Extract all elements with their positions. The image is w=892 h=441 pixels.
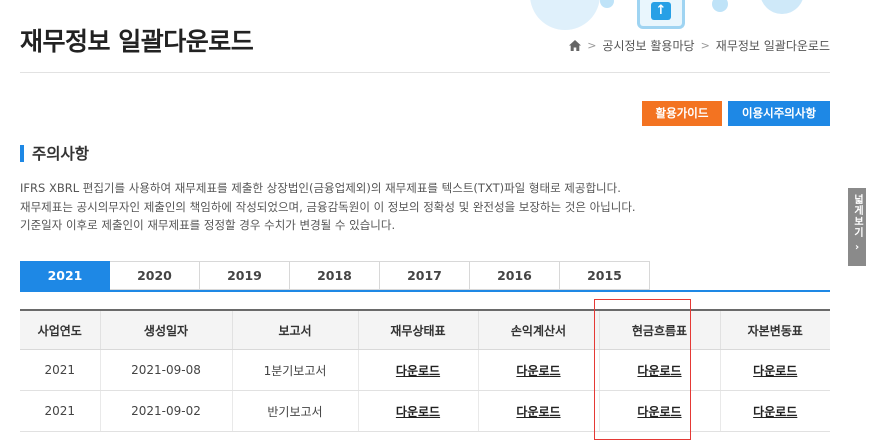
decor-circle [530, 0, 600, 30]
download-link-income-statement[interactable]: 다운로드 [516, 364, 560, 378]
wide-view-tab[interactable]: 넓게보기 › [848, 188, 866, 266]
home-icon[interactable] [569, 40, 582, 51]
fiscal-year-cell: 2021 [20, 349, 100, 391]
download-link-income-statement[interactable]: 다운로드 [516, 405, 560, 419]
tab-year-2018[interactable]: 2018 [290, 261, 380, 290]
breadcrumb-item-current: 재무정보 일괄다운로드 [715, 39, 830, 53]
chevron-right-icon: > [700, 39, 710, 52]
notice-text: IFRS XBRL 편집기를 사용하여 재무제표를 제출한 상장법인(금융업제외… [20, 179, 636, 235]
title-divider [20, 72, 830, 73]
tab-year-2021[interactable]: 2021 [20, 261, 110, 290]
download-cell: 다운로드 [719, 390, 830, 432]
download-link-balance-sheet[interactable]: 다운로드 [396, 364, 440, 378]
download-cell: 다운로드 [357, 390, 478, 432]
download-cell: 다운로드 [719, 349, 830, 391]
table-row: 2021 2021-09-08 1분기보고서 다운로드 다운로드 다운로드 다운… [20, 349, 830, 391]
column-header: 보고서 [231, 309, 358, 350]
usage-guide-button[interactable]: 활용가이드 [642, 101, 722, 126]
download-link-cash-flow[interactable]: 다운로드 [637, 405, 681, 419]
download-cell: 다운로드 [477, 349, 599, 391]
notice-line: IFRS XBRL 편집기를 사용하여 재무제표를 제출한 상장법인(금융업제외… [20, 181, 621, 195]
wide-view-label: 넓게보기 [851, 194, 863, 238]
breadcrumb-item[interactable]: 공시정보 활용마당 [602, 37, 694, 54]
download-link-balance-sheet[interactable]: 다운로드 [396, 405, 440, 419]
report-cell: 1분기보고서 [231, 349, 358, 391]
download-cell: 다운로드 [357, 349, 478, 391]
section-accent-bar [20, 144, 24, 162]
tab-year-2017[interactable]: 2017 [380, 261, 470, 290]
chevron-right-icon: > [587, 39, 597, 52]
table-row: 2021 2021-09-02 반기보고서 다운로드 다운로드 다운로드 다운로… [20, 390, 830, 432]
download-cell: 다운로드 [598, 349, 720, 391]
column-header: 자본변동표 [719, 309, 830, 350]
notice-line: 기준일자 이후로 제출인이 재무제표를 정정할 경우 수치가 변경될 수 있습니… [20, 218, 396, 232]
table-header-row: 사업연도 생성일자 보고서 재무상태표 손익계산서 현금흐름표 자본변동표 [20, 309, 830, 350]
download-link-equity-changes[interactable]: 다운로드 [753, 364, 797, 378]
download-link-cash-flow[interactable]: 다운로드 [637, 364, 681, 378]
upload-arrow-icon: ↑ [651, 2, 671, 20]
column-header: 현금흐름표 [598, 309, 720, 350]
download-cell: 다운로드 [598, 390, 720, 432]
upload-box-illustration: ↑ [637, 0, 685, 29]
year-tabs: 2021 2020 2019 2018 2017 2016 2015 [20, 261, 650, 290]
chevron-right-icon: › [854, 242, 860, 253]
column-header: 생성일자 [99, 309, 232, 350]
fiscal-year-cell: 2021 [20, 390, 100, 432]
page-title: 재무정보 일괄다운로드 [20, 27, 254, 56]
decor-bubble [712, 0, 728, 12]
download-link-equity-changes[interactable]: 다운로드 [753, 405, 797, 419]
download-table: 사업연도 생성일자 보고서 재무상태표 손익계산서 현금흐름표 자본변동표 20… [20, 309, 830, 432]
created-date-cell: 2021-09-02 [99, 390, 232, 432]
column-header: 손익계산서 [477, 309, 599, 350]
notice-line: 재무제표는 공시의무자인 제출인의 책임하에 작성되었으며, 금융감독원이 이 … [20, 199, 636, 214]
usage-notice-button[interactable]: 이용시주의사항 [728, 101, 830, 126]
tab-year-2020[interactable]: 2020 [110, 261, 200, 290]
column-header: 사업연도 [20, 309, 100, 350]
section-header: 주의사항 [20, 142, 89, 164]
decor-circle [760, 0, 804, 14]
breadcrumb: > 공시정보 활용마당 > 재무정보 일괄다운로드 [569, 37, 830, 54]
decor-bubble [600, 0, 614, 8]
tab-year-2019[interactable]: 2019 [200, 261, 290, 290]
section-title: 주의사항 [32, 145, 90, 163]
created-date-cell: 2021-09-08 [99, 349, 232, 391]
tab-year-2016[interactable]: 2016 [470, 261, 560, 290]
tab-year-2015[interactable]: 2015 [560, 261, 650, 290]
report-cell: 반기보고서 [231, 390, 358, 432]
column-header: 재무상태표 [357, 309, 478, 350]
tabs-divider [20, 290, 830, 292]
download-cell: 다운로드 [477, 390, 599, 432]
